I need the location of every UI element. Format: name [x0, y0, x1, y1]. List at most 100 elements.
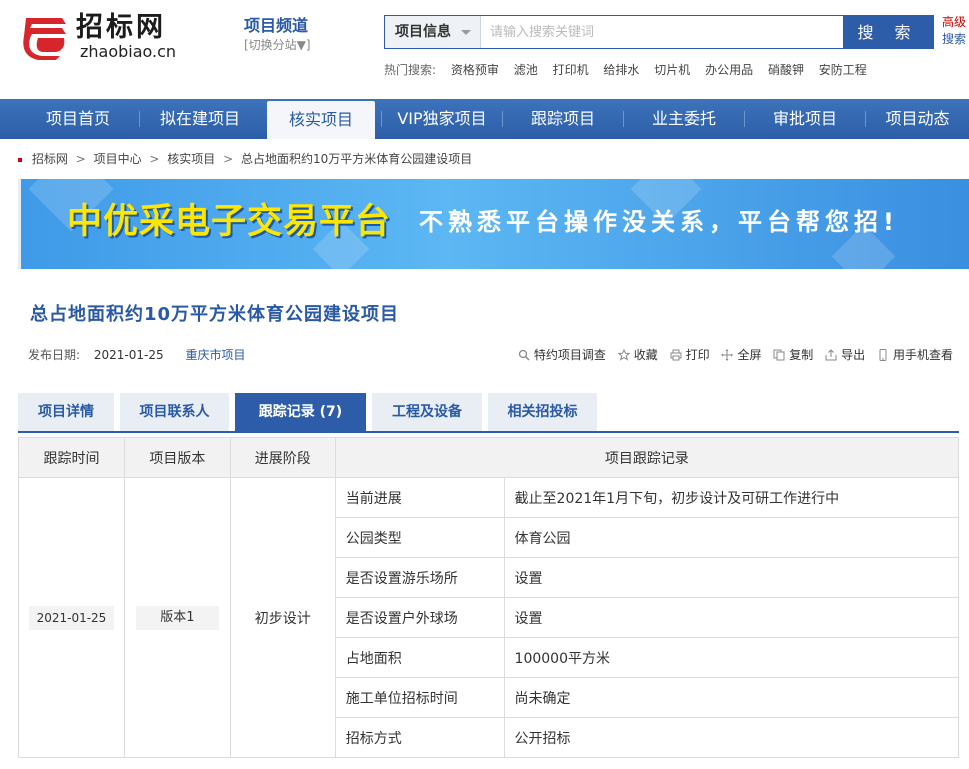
hot-search-item[interactable]: 滤池: [514, 63, 538, 77]
export-button[interactable]: 导出: [825, 346, 865, 363]
nav-item-planned[interactable]: 拟在建项目: [140, 99, 260, 139]
print-button[interactable]: 打印: [670, 346, 710, 363]
magnifier-icon: [518, 349, 530, 361]
column-header: 进展阶段: [229, 437, 336, 478]
move-arrows-icon: [721, 349, 734, 361]
logo[interactable]: 招标网 zhaobiao.cn: [22, 12, 202, 64]
mobile-view-button[interactable]: 用手机查看: [877, 346, 953, 363]
publish-date: 2021-01-25: [93, 348, 164, 362]
tracking-time-cell: 2021-01-25: [18, 477, 125, 758]
nav-item-vip[interactable]: VIP独家项目: [382, 99, 502, 139]
table-header-row: 跟踪时间 项目版本 进展阶段 项目跟踪记录: [18, 437, 960, 478]
nav-item-owner[interactable]: 业主委托: [624, 99, 744, 139]
copy-button[interactable]: 复制: [773, 346, 813, 363]
record-value: 100000平方米: [503, 637, 960, 678]
main-nav: 项目首页 拟在建项目 核实项目 VIP独家项目 跟踪项目 业主委托 审批项目 项…: [0, 99, 969, 139]
hot-search-item[interactable]: 硝酸钾: [768, 63, 804, 77]
tracking-time: 2021-01-25: [28, 605, 115, 630]
publish-meta: 发布日期: 2021-01-25 重庆市项目: [28, 346, 245, 363]
record-key: 公园类型: [334, 517, 505, 558]
mobile-phone-icon: [879, 349, 887, 361]
record-key: 占地面积: [334, 637, 505, 678]
switch-branch-link[interactable]: [切换分站▼]: [244, 38, 311, 52]
ad-banner[interactable]: 中优采电子交易平台 不熟悉平台操作没关系，平台帮您招!: [18, 179, 969, 269]
hot-search-item[interactable]: 打印机: [553, 63, 589, 77]
tab-contacts[interactable]: 项目联系人: [120, 393, 229, 431]
survey-button[interactable]: 特约项目调查: [518, 346, 606, 363]
channel-block: 项目频道 [切换分站▼]: [244, 16, 311, 52]
search-input[interactable]: [482, 16, 842, 48]
nav-item-tracking[interactable]: 跟踪项目: [503, 99, 623, 139]
hot-searches-label: 热门搜索:: [384, 63, 437, 77]
record-key: 招标方式: [334, 717, 505, 758]
column-header: 项目版本: [123, 437, 231, 478]
search-category-label: 项目信息: [395, 24, 451, 40]
version-badge: 版本1: [136, 605, 219, 630]
fullscreen-button[interactable]: 全屏: [721, 346, 761, 363]
logo-text-en: zhaobiao.cn: [80, 42, 177, 61]
search-button[interactable]: 搜 索: [843, 16, 933, 48]
copy-label: 复制: [789, 348, 814, 362]
tab-related-bids[interactable]: 相关招投标: [488, 393, 597, 431]
table-row: 2021-01-25 版本1 初步设计 当前进展 截止至2021年1月下旬，初步…: [18, 477, 960, 758]
bullet-icon: [18, 157, 22, 162]
mobile-view-label: 用手机查看: [892, 348, 953, 362]
region-link[interactable]: 重庆市项目: [185, 348, 245, 362]
action-toolbar: 特约项目调查 收藏 打印 全屏 复制 导出 用手机查看: [510, 346, 953, 363]
column-header: 跟踪时间: [18, 437, 125, 478]
record-value: 截止至2021年1月下旬，初步设计及可研工作进行中: [503, 477, 960, 518]
star-icon: [617, 349, 630, 361]
advanced-search-line1: 高级: [942, 15, 967, 29]
tab-engineering-equipment[interactable]: 工程及设备: [372, 393, 482, 431]
nav-item-news[interactable]: 项目动态: [866, 99, 969, 139]
printer-icon: [670, 349, 682, 361]
record-key: 施工单位招标时间: [334, 677, 505, 718]
advanced-search-link[interactable]: 高级 搜索: [942, 14, 966, 48]
publish-date-label: 发布日期:: [28, 348, 81, 362]
hot-search-item[interactable]: 给排水: [603, 63, 639, 77]
banner-title: 中优采电子交易平台: [67, 202, 392, 242]
survey-label: 特约项目调查: [533, 348, 606, 362]
hot-search-item[interactable]: 切片机: [654, 63, 690, 77]
nav-item-approval[interactable]: 审批项目: [745, 99, 865, 139]
record-key: 是否设置游乐场所: [334, 557, 505, 598]
favorite-label: 收藏: [633, 348, 658, 362]
advanced-search-line2: 搜索: [942, 32, 967, 46]
chevron-down-icon: [461, 30, 471, 35]
zhaobiao-logo-icon: [23, 18, 66, 60]
logo-text-cn: 招标网: [76, 12, 166, 43]
breadcrumb-separator: >: [223, 152, 234, 166]
hot-searches: 热门搜索: 资格预审 滤池 打印机 给排水 切片机 办公用品 硝酸钾 安防工程: [384, 61, 867, 78]
tab-project-details[interactable]: 项目详情: [18, 393, 114, 431]
favorite-button[interactable]: 收藏: [617, 346, 658, 363]
export-icon: [825, 349, 837, 361]
search-category-select[interactable]: 项目信息: [385, 16, 481, 48]
hot-search-item[interactable]: 办公用品: [705, 63, 753, 77]
detail-tabs: 项目详情 项目联系人 跟踪记录 (7) 工程及设备 相关招投标: [18, 393, 959, 433]
banner-subtitle: 不熟悉平台操作没关系，平台帮您招!: [419, 208, 899, 236]
record-value: 设置: [503, 597, 960, 638]
nav-item-home[interactable]: 项目首页: [0, 99, 156, 139]
record-key: 是否设置户外球场: [334, 597, 505, 638]
page-title: 总占地面积约10万平方米体育公园建设项目: [30, 304, 400, 325]
breadcrumb-current: 总占地面积约10万平方米体育公园建设项目: [241, 152, 473, 166]
tabs-underline: [18, 431, 959, 433]
breadcrumb-home[interactable]: 招标网: [32, 152, 68, 166]
print-label: 打印: [685, 348, 710, 362]
record-value: 公开招标: [503, 717, 960, 758]
breadcrumb-separator: >: [149, 152, 160, 166]
fullscreen-label: 全屏: [737, 348, 762, 362]
breadcrumb: 招标网 > 项目中心 > 核实项目 > 总占地面积约10万平方米体育公园建设项目: [18, 150, 472, 167]
record-value: 体育公园: [503, 517, 960, 558]
breadcrumb-project-center[interactable]: 项目中心: [94, 152, 142, 166]
channel-title: 项目频道: [244, 16, 309, 35]
tab-tracking-records[interactable]: 跟踪记录 (7): [235, 393, 366, 433]
hot-search-item[interactable]: 安防工程: [819, 63, 867, 77]
hot-search-item[interactable]: 资格预审: [451, 63, 499, 77]
breadcrumb-verified[interactable]: 核实项目: [167, 152, 215, 166]
record-key: 当前进展: [334, 477, 505, 518]
nav-item-verified[interactable]: 核实项目: [267, 101, 375, 139]
breadcrumb-separator: >: [75, 152, 86, 166]
column-header: 项目跟踪记录: [334, 437, 960, 478]
export-label: 导出: [841, 348, 866, 362]
